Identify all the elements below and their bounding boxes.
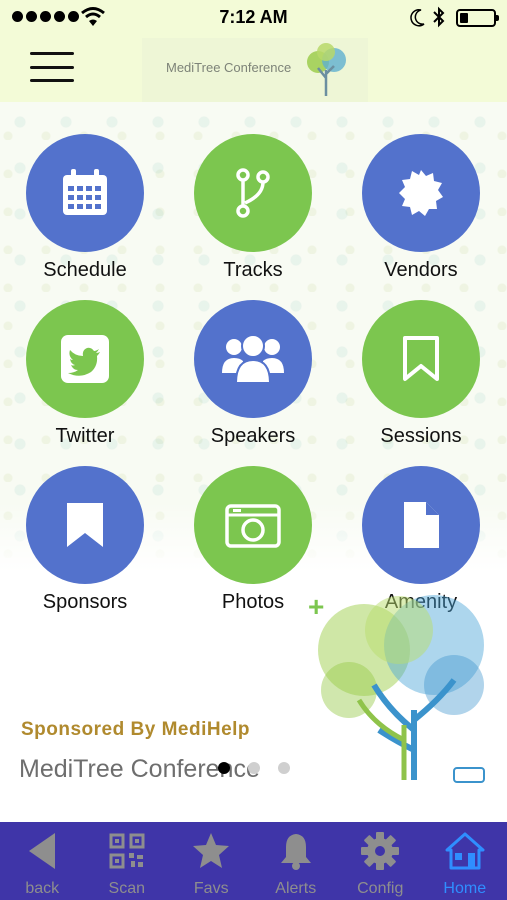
tab-label: Scan — [108, 880, 145, 897]
vendors-button[interactable] — [362, 134, 480, 252]
schedule-button[interactable] — [26, 134, 144, 252]
camera-icon — [225, 504, 281, 548]
tile-vendors[interactable]: Vendors — [341, 134, 501, 284]
tab-favs[interactable]: Favs — [169, 822, 254, 900]
battery-icon — [456, 9, 499, 27]
back-arrow-icon — [29, 833, 56, 869]
tile-sessions[interactable]: Sessions — [341, 300, 501, 450]
header-logo: MediTree Conference — [142, 38, 368, 102]
tile-twitter[interactable]: Twitter — [5, 300, 165, 450]
sessions-button[interactable] — [362, 300, 480, 418]
tile-schedule[interactable]: Schedule — [5, 134, 165, 284]
bell-icon — [280, 834, 311, 870]
gear-icon — [361, 832, 400, 870]
bookmark-outline-icon — [403, 336, 439, 381]
page-dot-active[interactable] — [218, 762, 230, 774]
tab-home[interactable]: Home — [423, 822, 507, 900]
hamburger-menu-icon[interactable] — [30, 50, 74, 84]
page-dot[interactable] — [278, 762, 290, 774]
tile-label: Speakers — [210, 425, 296, 447]
app-header: MediTree Conference — [0, 36, 507, 102]
branch-icon — [236, 168, 270, 218]
tab-label: back — [25, 880, 60, 897]
moon-icon — [410, 9, 425, 27]
tab-label: Home — [443, 880, 487, 897]
star-icon — [193, 833, 230, 868]
speakers-button[interactable] — [194, 300, 312, 418]
group-icon — [222, 334, 284, 384]
page-dot[interactable] — [248, 762, 260, 774]
badge-icon — [399, 170, 443, 216]
amenity-button[interactable] — [362, 466, 480, 584]
calendar-icon — [63, 169, 107, 215]
tab-back[interactable]: back — [0, 822, 85, 900]
sponsored-by-text: Sponsored By MediHelp — [21, 719, 251, 740]
tile-label: Schedule — [43, 259, 127, 281]
tab-alerts[interactable]: Alerts — [254, 822, 339, 900]
bottom-tab-bar: back Scan Favs Alerts Config Home — [0, 822, 507, 900]
home-icon — [445, 832, 485, 870]
tile-label: Vendors — [384, 259, 458, 281]
twitter-icon — [61, 335, 109, 383]
sponsor-tree-logo-icon: + — [308, 591, 485, 783]
photos-button[interactable] — [194, 466, 312, 584]
qr-code-icon — [109, 833, 145, 869]
bookmark-icon — [67, 503, 103, 547]
logo-text: MediTree Conference — [166, 60, 292, 75]
tile-label: Sessions — [380, 425, 462, 447]
status-bar: 7:12 AM — [0, 0, 507, 36]
tracks-button[interactable] — [194, 134, 312, 252]
document-icon — [404, 502, 439, 548]
clock-time: 7:12 AM — [219, 7, 288, 27]
tab-label: Config — [357, 880, 404, 897]
svg-text:+: + — [308, 591, 324, 622]
tile-label: Twitter — [55, 425, 115, 447]
twitter-button[interactable] — [26, 300, 144, 418]
bluetooth-icon — [433, 6, 445, 28]
tree-logo-icon — [307, 43, 346, 96]
tile-sponsors[interactable]: Sponsors — [5, 466, 165, 616]
tab-scan[interactable]: Scan — [85, 822, 170, 900]
page-indicator[interactable] — [218, 762, 290, 774]
tile-label: Sponsors — [42, 591, 128, 613]
tile-label: Tracks — [223, 259, 283, 281]
sponsors-button[interactable] — [26, 466, 144, 584]
tab-label: Alerts — [275, 880, 317, 897]
tile-tracks[interactable]: Tracks — [173, 134, 333, 284]
tile-speakers[interactable]: Speakers — [173, 300, 333, 450]
tab-label: Favs — [193, 880, 229, 897]
tab-config[interactable]: Config — [338, 822, 423, 900]
